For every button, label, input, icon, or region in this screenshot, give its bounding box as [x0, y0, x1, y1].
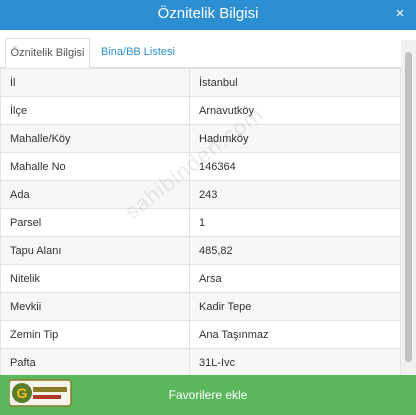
table-row: Mevkii Kadir Tepe — [0, 292, 401, 321]
scrollbar[interactable] — [401, 40, 416, 375]
tab-attribute-info[interactable]: Öznitelik Bilgisi — [5, 38, 90, 68]
attribute-key: Mevkii — [0, 292, 190, 321]
attribute-key: Mahalle No — [0, 152, 190, 181]
attribute-value: Kadir Tepe — [189, 292, 401, 321]
attribute-key: İlçe — [0, 96, 190, 125]
attribute-key: Pafta — [0, 348, 190, 375]
attribute-key: Tapu Alanı — [0, 236, 190, 265]
scrollbar-thumb[interactable] — [405, 52, 412, 362]
table-row: İl İstanbul — [0, 68, 401, 97]
table-row: Pafta 31L-Ivc — [0, 348, 401, 375]
dialog-header: Öznitelik Bilgisi × — [0, 0, 416, 30]
attribute-value: 243 — [189, 180, 401, 209]
tab-building-list[interactable]: Bina/BB Listesi — [93, 38, 183, 68]
attribute-value: 31L-Ivc — [189, 348, 401, 375]
attribute-key: Mahalle/Köy — [0, 124, 190, 153]
attribute-value: Arnavutköy — [189, 96, 401, 125]
table-row: Parsel 1 — [0, 208, 401, 237]
brand-logo: G — [9, 379, 72, 407]
attribute-value: Ana Taşınmaz — [189, 320, 401, 349]
attribute-key: Zemin Tip — [0, 320, 190, 349]
attribute-value: 1 — [189, 208, 401, 237]
attribute-key: Ada — [0, 180, 190, 209]
attribute-key: İl — [0, 68, 190, 97]
table-row: Zemin Tip Ana Taşınmaz — [0, 320, 401, 349]
close-icon[interactable]: × — [393, 6, 407, 22]
attribute-value: Hadımköy — [189, 124, 401, 153]
attribute-value: 146364 — [189, 152, 401, 181]
attribute-key: Parsel — [0, 208, 190, 237]
attribute-key: Nitelik — [0, 264, 190, 293]
tab-bar: Öznitelik Bilgisi Bina/BB Listesi — [0, 30, 416, 68]
table-row: İlçe Arnavutköy — [0, 96, 401, 125]
attribute-value: 485,82 — [189, 236, 401, 265]
table-row: Nitelik Arsa — [0, 264, 401, 293]
table-row: Tapu Alanı 485,82 — [0, 236, 401, 265]
table-row: Mahalle/Köy Hadımköy — [0, 124, 401, 153]
table-row: Mahalle No 146364 — [0, 152, 401, 181]
table-row: Ada 243 — [0, 180, 401, 209]
attribute-value: İstanbul — [189, 68, 401, 97]
attribute-table-body: İl İstanbul İlçe Arnavutköy Mahalle/Köy … — [0, 68, 401, 375]
svg-text:G: G — [17, 385, 28, 401]
attribute-table: İl İstanbul İlçe Arnavutköy Mahalle/Köy … — [0, 68, 401, 375]
dialog-title: Öznitelik Bilgisi — [157, 5, 259, 22]
attribute-value: Arsa — [189, 264, 401, 293]
